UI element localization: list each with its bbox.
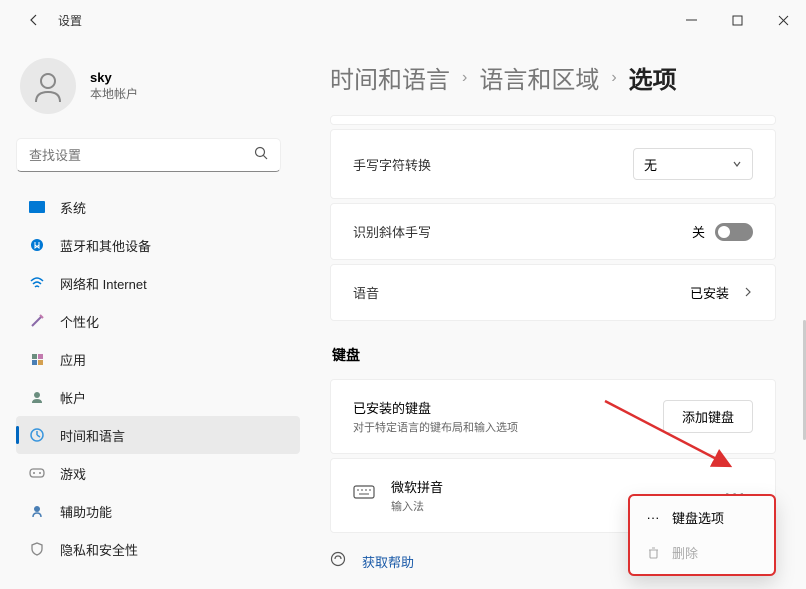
chevron-down-icon bbox=[732, 157, 742, 172]
search-box[interactable] bbox=[16, 138, 281, 172]
nav-icon bbox=[28, 236, 46, 254]
nav-icon bbox=[28, 350, 46, 368]
breadcrumb-current: 选项 bbox=[629, 60, 677, 95]
user-name: sky bbox=[90, 70, 138, 85]
chevron-right-icon bbox=[743, 284, 753, 302]
sidebar-item-4[interactable]: 应用 bbox=[16, 340, 300, 378]
nav-label: 游戏 bbox=[60, 464, 86, 483]
chevron-right-icon: › bbox=[462, 69, 467, 87]
nav-label: 时间和语言 bbox=[60, 426, 125, 445]
sidebar-item-8[interactable]: 辅助功能 bbox=[16, 492, 300, 530]
sidebar-item-5[interactable]: 帐户 bbox=[16, 378, 300, 416]
toggle-text: 关 bbox=[692, 222, 705, 241]
back-button[interactable] bbox=[18, 4, 50, 36]
nav-label: 系统 bbox=[60, 198, 86, 217]
card-installed-keyboards: 已安装的键盘 对于特定语言的键布局和输入选项 添加键盘 bbox=[330, 379, 776, 454]
sidebar-item-3[interactable]: 个性化 bbox=[16, 302, 300, 340]
nav-icon bbox=[28, 426, 46, 444]
nav-icon bbox=[28, 388, 46, 406]
ime-title: 微软拼音 bbox=[391, 477, 443, 496]
nav-icon bbox=[28, 312, 46, 330]
user-area[interactable]: sky 本地帐户 bbox=[16, 50, 300, 138]
sidebar-item-2[interactable]: 网络和 Internet bbox=[16, 264, 300, 302]
sidebar-item-9[interactable]: 隐私和安全性 bbox=[16, 530, 300, 568]
nav-icon bbox=[28, 540, 46, 558]
sidebar-item-0[interactable]: 系统 bbox=[16, 188, 300, 226]
menu-delete-label: 删除 bbox=[672, 543, 698, 562]
nav-icon bbox=[28, 198, 46, 216]
chevron-right-icon: › bbox=[611, 69, 616, 87]
nav-label: 隐私和安全性 bbox=[60, 540, 138, 559]
nav-icon bbox=[28, 274, 46, 292]
user-type: 本地帐户 bbox=[90, 85, 138, 102]
window-title: 设置 bbox=[58, 12, 82, 29]
keyboard-icon bbox=[353, 485, 375, 506]
nav-label: 应用 bbox=[60, 350, 86, 369]
sidebar-item-7[interactable]: 游戏 bbox=[16, 454, 300, 492]
help-text: 获取帮助 bbox=[362, 552, 414, 571]
installed-kbd-title: 已安装的键盘 bbox=[353, 398, 518, 417]
italic-toggle[interactable] bbox=[715, 223, 753, 241]
card-voice[interactable]: 语音 已安装 bbox=[330, 264, 776, 321]
card-italic-handwriting: 识别斜体手写 关 bbox=[330, 203, 776, 260]
installed-kbd-sub: 对于特定语言的键布局和输入选项 bbox=[353, 419, 518, 435]
menu-option-label: 键盘选项 bbox=[672, 508, 724, 527]
search-input[interactable] bbox=[29, 148, 254, 163]
nav-label: 辅助功能 bbox=[60, 502, 112, 521]
menu-keyboard-options[interactable]: ··· 键盘选项 bbox=[634, 500, 770, 535]
search-icon bbox=[254, 146, 268, 165]
ime-sub: 输入法 bbox=[391, 498, 443, 514]
voice-status: 已安装 bbox=[690, 283, 729, 302]
add-keyboard-button[interactable]: 添加键盘 bbox=[663, 400, 753, 433]
nav-label: 网络和 Internet bbox=[60, 274, 147, 293]
keyboard-section-title: 键盘 bbox=[332, 345, 776, 365]
nav-label: 蓝牙和其他设备 bbox=[60, 236, 151, 255]
minimize-button[interactable] bbox=[668, 4, 714, 36]
sidebar: sky 本地帐户 系统蓝牙和其他设备网络和 Internet 个性化应用帐户时间和… bbox=[0, 40, 300, 589]
nav-icon bbox=[28, 464, 46, 482]
nav-label: 个性化 bbox=[60, 312, 99, 331]
avatar bbox=[20, 58, 76, 114]
menu-delete: 删除 bbox=[634, 535, 770, 570]
maximize-button[interactable] bbox=[714, 4, 760, 36]
more-icon: ··· bbox=[644, 510, 662, 525]
breadcrumb-time-lang[interactable]: 时间和语言 bbox=[330, 60, 450, 95]
trash-icon bbox=[644, 546, 662, 559]
breadcrumb-lang-region[interactable]: 语言和区域 bbox=[479, 60, 599, 95]
card-spacer bbox=[330, 115, 776, 125]
card-handwriting: 手写字符转换 无 bbox=[330, 129, 776, 199]
voice-label: 语音 bbox=[353, 283, 379, 302]
main-content: 时间和语言 › 语言和区域 › 选项 手写字符转换 无 识别斜体手写 关 bbox=[300, 40, 806, 589]
handwriting-label: 手写字符转换 bbox=[353, 155, 431, 174]
nav-label: 帐户 bbox=[60, 388, 86, 407]
breadcrumb: 时间和语言 › 语言和区域 › 选项 bbox=[330, 60, 776, 95]
sidebar-item-1[interactable]: 蓝牙和其他设备 bbox=[16, 226, 300, 264]
context-menu: ··· 键盘选项 删除 bbox=[628, 494, 776, 576]
handwriting-dropdown[interactable]: 无 bbox=[633, 148, 753, 180]
close-button[interactable] bbox=[760, 4, 806, 36]
handwriting-value: 无 bbox=[644, 155, 657, 174]
help-icon bbox=[330, 551, 350, 572]
sidebar-item-6[interactable]: 时间和语言 bbox=[16, 416, 300, 454]
nav-icon bbox=[28, 502, 46, 520]
italic-label: 识别斜体手写 bbox=[353, 222, 431, 241]
